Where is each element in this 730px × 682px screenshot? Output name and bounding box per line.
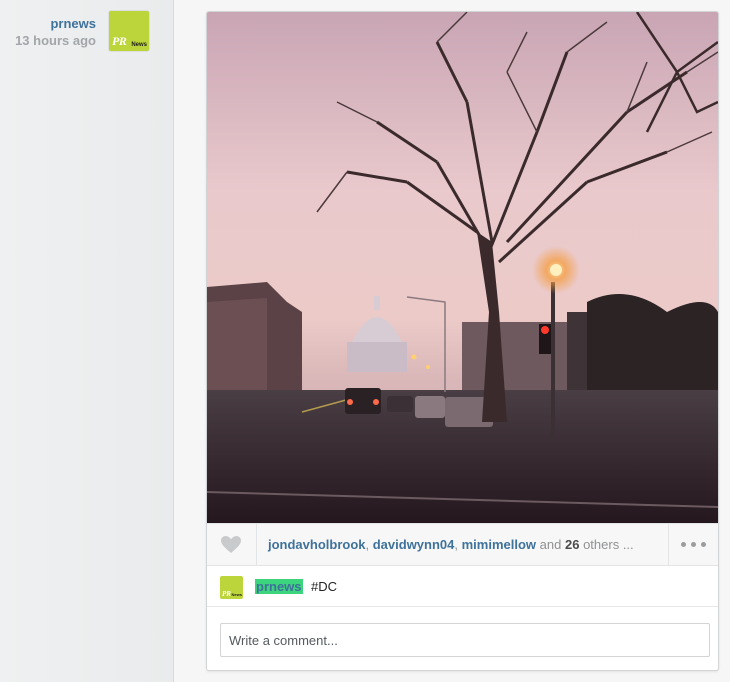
heart-icon	[221, 536, 241, 553]
likes-bar: jondavholbrook, davidwynn04, mimimellow …	[207, 523, 718, 566]
avatar-logo-text: PR	[112, 34, 127, 48]
caption-avatar[interactable]: PR News	[220, 576, 243, 599]
comment-input[interactable]	[220, 623, 710, 657]
feed-page: prnews 13 hours ago PR News jondavholbro…	[0, 0, 730, 682]
likers-text: jondavholbrook, davidwynn04, mimimellow …	[268, 537, 634, 552]
likes-others-text[interactable]: others ...	[583, 537, 634, 552]
avatar-logo-subtext: News	[131, 42, 147, 48]
post-photo[interactable]	[207, 12, 718, 523]
avatar-logo-text: PR	[222, 590, 231, 598]
liker-separator: ,	[365, 537, 373, 552]
more-options-button[interactable]	[668, 524, 718, 565]
avatar-logo-subtext: News	[231, 592, 242, 597]
like-button[interactable]	[207, 524, 257, 565]
caption-username[interactable]: prnews	[255, 579, 303, 594]
caption-text: #DC	[311, 579, 338, 594]
liker-separator: ,	[454, 537, 462, 552]
liker-link[interactable]: mimimellow	[462, 537, 536, 552]
more-dots-icon	[681, 542, 686, 547]
author-avatar[interactable]: PR News	[109, 11, 149, 51]
post-meta-column: prnews 13 hours ago PR News	[0, 0, 174, 682]
more-dots-icon	[691, 542, 696, 547]
more-dots-icon	[701, 542, 706, 547]
likes-others-count[interactable]: 26	[565, 537, 579, 552]
caption-row: PR News prnews #DC	[207, 566, 718, 607]
post-card: jondavholbrook, davidwynn04, mimimellow …	[206, 11, 719, 671]
likes-and-text: and	[539, 537, 562, 552]
author-link[interactable]: prnews	[50, 16, 96, 31]
post-timestamp: 13 hours ago	[15, 33, 96, 48]
liker-link[interactable]: jondavholbrook	[268, 537, 366, 552]
liker-link[interactable]: davidwynn04	[373, 537, 455, 552]
